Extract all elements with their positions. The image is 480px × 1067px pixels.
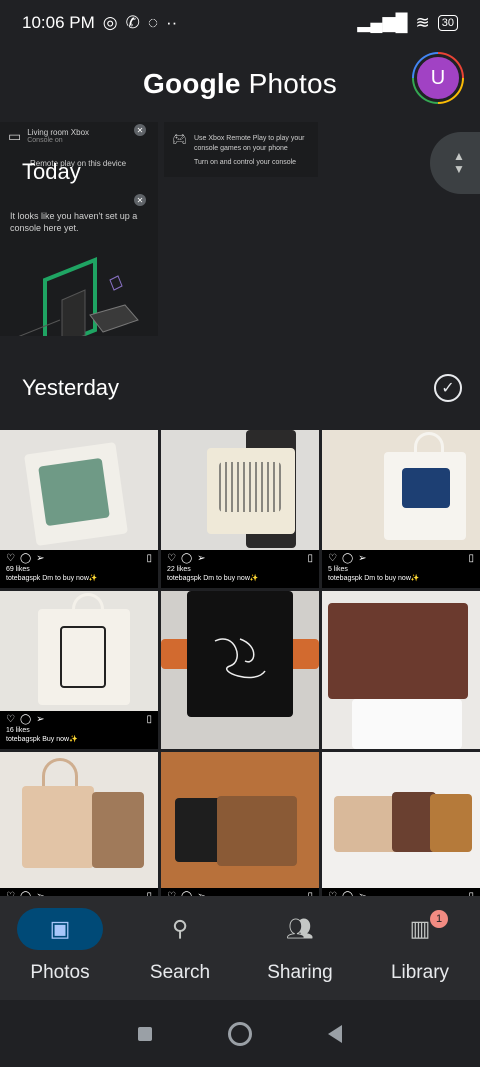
section-label-yesterday: Yesterday	[22, 375, 120, 400]
post-caption: ♡ ◯ ➢ ▯ 22 likes totebagspk Dm to buy now✨	[161, 550, 319, 588]
console-icon: ▭	[8, 128, 22, 144]
post-caption: ♡◯➢▯	[0, 888, 158, 896]
status-bar: 10:06 PM ◎ ✆ ◌ ·· ▂▄▆█ ≋ 30	[0, 0, 480, 46]
section-header-yesterday: Yesterday ✓	[0, 342, 480, 434]
battery-icon: 30	[437, 15, 458, 31]
nav-label: Search	[149, 962, 211, 983]
today-section: ▭ Living room Xbox Console on Remote pla…	[0, 122, 480, 342]
photo-thumbnail[interactable]: ♡◯➢▯	[161, 752, 319, 896]
photo-thumbnail[interactable]: ♡◯➢▯	[0, 752, 158, 896]
avatar: U	[414, 54, 462, 102]
photo-grid: ♡ ◯ ➢ ▯ 69 likes totebagspk Dm to buy now✨ …	[0, 430, 480, 896]
photo-thumbnail[interactable]	[161, 591, 319, 749]
library-icon: ▥	[409, 916, 431, 941]
photo-thumbnail[interactable]: ♡ ◯ ➢ ▯ 69 likes totebagspk Dm to buy now✨	[0, 430, 158, 588]
bookmark-icon: ▯	[146, 553, 152, 564]
more-dots-icon: ··	[165, 13, 178, 32]
wifi-icon: ≋	[415, 13, 430, 32]
fast-scroll-handle[interactable]: ▲ ▼	[430, 132, 480, 194]
home-button[interactable]	[228, 1021, 252, 1046]
console-message: It looks like you haven't set up a conso…	[10, 211, 138, 233]
notification-badge: 1	[430, 910, 448, 928]
send-icon: ➢	[36, 553, 45, 564]
chevron-down-icon: ▼	[453, 162, 465, 176]
photo-icon: ▣	[17, 908, 103, 950]
nav-label: Photos	[30, 962, 90, 983]
heart-icon: ♡	[6, 553, 15, 564]
nav-sharing[interactable]: 👥︎ Sharing	[240, 908, 360, 984]
system-navigation-bar	[0, 1000, 480, 1067]
post-caption: ♡◯➢▯	[322, 888, 480, 896]
photo-timeline[interactable]: ▭ Living room Xbox Console on Remote pla…	[0, 122, 480, 896]
gamepad-icon: 🎮︎	[172, 132, 188, 146]
bookmark-icon: ▯	[307, 553, 313, 564]
nav-photos[interactable]: ▣ Photos	[0, 908, 120, 984]
heart-icon: ♡	[328, 553, 337, 564]
select-all-check-icon[interactable]: ✓	[434, 374, 462, 402]
signal-icon: ▂▄▆█	[357, 13, 408, 32]
photo-thumbnail[interactable]: ♡ ◯ ➢ ▯ 5 likes totebagspk Dm to buy now✨	[322, 430, 480, 588]
comment-icon: ◯	[180, 553, 193, 564]
search-icon: ⚲	[171, 916, 189, 941]
missed-call-icon: ✆	[125, 13, 140, 32]
people-icon: 👥︎	[286, 916, 314, 941]
post-caption: ♡◯➢▯	[161, 888, 319, 896]
bottom-navigation: ▣ Photos ⚲ Search 👥︎ Sharing ▥ 1 Library	[0, 896, 480, 1000]
photo-thumbnail[interactable]: ♡◯➢▯	[322, 752, 480, 896]
comment-icon: ◯	[19, 553, 32, 564]
app-title: Google Photos	[142, 68, 337, 99]
nav-search[interactable]: ⚲ Search	[120, 908, 240, 984]
recents-button[interactable]	[138, 1026, 152, 1041]
line-art-illustration	[214, 638, 266, 679]
nav-library[interactable]: ▥ 1 Library	[360, 908, 480, 984]
back-button[interactable]	[328, 1024, 342, 1043]
photo-thumbnail[interactable]: ♡ ◯ ➢ ▯ 16 likes totebagspk Buy now✨	[0, 591, 158, 749]
app-bar: Google Photos U	[0, 46, 480, 122]
messenger-icon: ◌	[147, 13, 158, 32]
bookmark-icon: ▯	[146, 714, 152, 725]
heart-icon: ♡	[167, 553, 176, 564]
photo-thumbnail[interactable]	[322, 591, 480, 749]
send-icon: ➢	[358, 553, 367, 564]
close-icon: ✕	[134, 194, 146, 206]
section-label-today: Today	[22, 159, 81, 184]
post-caption: ♡ ◯ ➢ ▯ 69 likes totebagspk Dm to buy now✨	[0, 550, 158, 588]
send-icon: ➢	[197, 553, 206, 564]
comment-icon: ◯	[341, 553, 354, 564]
clock: 10:06 PM	[22, 13, 95, 32]
close-icon: ✕	[134, 124, 146, 136]
account-button[interactable]: U	[412, 52, 464, 104]
comment-icon: ◯	[19, 714, 32, 725]
post-caption: ♡ ◯ ➢ ▯ 5 likes totebagspk Dm to buy now✨	[322, 550, 480, 588]
whatsapp-icon: ◎	[102, 13, 118, 32]
send-icon: ➢	[36, 714, 45, 725]
nav-label: Library	[390, 962, 450, 983]
heart-icon: ♡	[6, 714, 15, 725]
nav-label: Sharing	[267, 962, 333, 983]
bookmark-icon: ▯	[468, 553, 474, 564]
photo-thumbnail-console[interactable]: ▭ Living room Xbox Console on Remote pla…	[0, 122, 158, 336]
console-illustration	[18, 257, 139, 336]
post-caption: ♡ ◯ ➢ ▯ 16 likes totebagspk Buy now✨	[0, 711, 158, 749]
photo-thumbnail[interactable]: ♡ ◯ ➢ ▯ 22 likes totebagspk Dm to buy now✨	[161, 430, 319, 588]
photo-thumbnail-remote-play[interactable]: 🎮︎ Use Xbox Remote Play to play your con…	[164, 122, 318, 177]
